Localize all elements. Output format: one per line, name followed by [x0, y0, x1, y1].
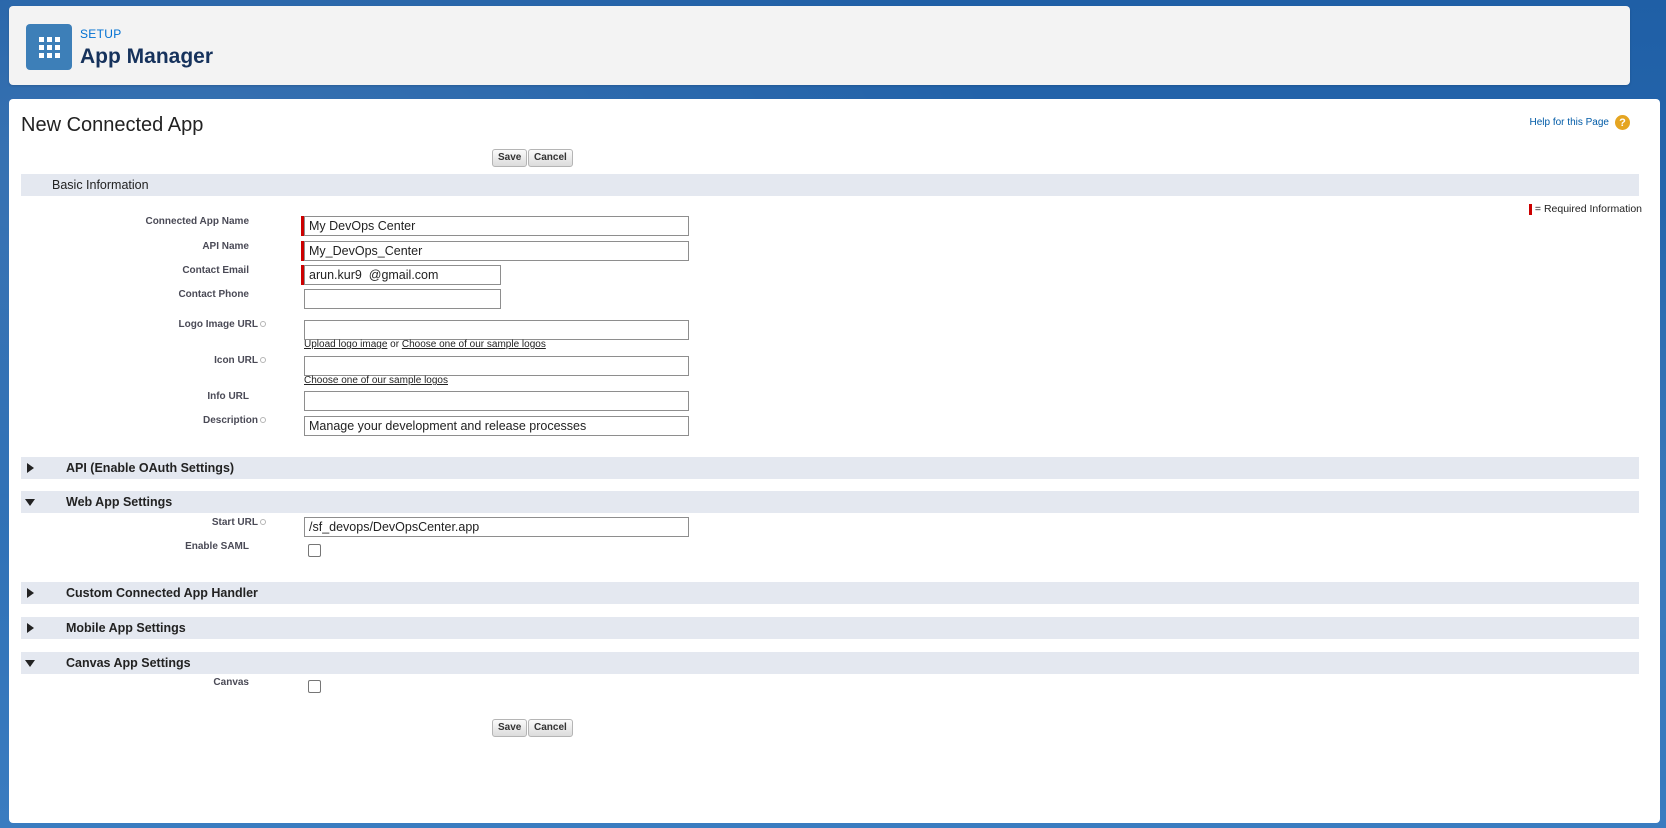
label-connected-app-name: Connected App Name: [145, 216, 249, 227]
info-icon[interactable]: [260, 321, 266, 328]
expand-arrow-icon[interactable]: [27, 623, 34, 633]
info-icon[interactable]: [260, 357, 266, 364]
label-contact-phone: Contact Phone: [178, 289, 249, 300]
setup-header: SETUP App Manager: [9, 6, 1630, 85]
main-panel: New Connected App Help for this Page ? S…: [9, 99, 1660, 823]
save-button-top[interactable]: Save: [492, 149, 528, 167]
cancel-button-bottom[interactable]: Cancel: [528, 719, 573, 737]
section-canvas-app-settings[interactable]: Canvas App Settings: [21, 652, 1639, 674]
icon-links: Choose one of our sample logos: [304, 375, 448, 386]
or-text: or: [387, 339, 402, 350]
section-web-app-settings[interactable]: Web App Settings: [21, 491, 1639, 513]
section-mobile-app-settings[interactable]: Mobile App Settings: [21, 617, 1639, 639]
save-button-bottom[interactable]: Save: [492, 719, 528, 737]
section-label: Mobile App Settings: [66, 621, 186, 635]
collapse-arrow-icon[interactable]: [25, 499, 35, 506]
label-info-url: Info URL: [207, 391, 249, 402]
help-for-page-link[interactable]: Help for this Page: [1530, 117, 1610, 128]
section-label: Canvas App Settings: [66, 656, 191, 670]
collapse-arrow-icon[interactable]: [25, 660, 35, 667]
info-icon[interactable]: [260, 417, 266, 424]
label-start-url: Start URL: [9, 517, 266, 528]
choose-sample-icon-link[interactable]: Choose one of our sample logos: [304, 375, 448, 386]
info-icon[interactable]: [260, 519, 266, 526]
required-marker: [1528, 203, 1532, 215]
connected-app-name-input[interactable]: [304, 216, 689, 236]
expand-arrow-icon[interactable]: [27, 463, 34, 473]
label-canvas: Canvas: [213, 677, 249, 688]
label-text: Description: [202, 415, 258, 426]
section-label: API (Enable OAuth Settings): [66, 461, 235, 475]
help-question-icon[interactable]: ?: [1615, 115, 1630, 130]
section-custom-handler[interactable]: Custom Connected App Handler: [21, 582, 1639, 604]
cancel-button-top[interactable]: Cancel: [528, 149, 573, 167]
logo-links: Upload logo image or Choose one of our s…: [304, 339, 546, 350]
label-logo-image-url: Logo Image URL: [9, 319, 266, 330]
upload-logo-link[interactable]: Upload logo image: [304, 339, 387, 350]
section-label: Basic Information: [52, 178, 149, 192]
setup-breadcrumb[interactable]: SETUP: [80, 27, 122, 41]
expand-arrow-icon[interactable]: [27, 588, 34, 598]
label-api-name: API Name: [202, 241, 249, 252]
icon-url-input[interactable]: [304, 356, 689, 376]
label-description: Description: [9, 415, 266, 426]
contact-email-input[interactable]: [304, 265, 501, 285]
label-enable-saml: Enable SAML: [185, 541, 249, 552]
contact-phone-input[interactable]: [304, 289, 501, 309]
label-icon-url: Icon URL: [9, 355, 266, 366]
label-text: Logo Image URL: [178, 319, 258, 330]
description-input[interactable]: [304, 416, 689, 436]
api-name-input[interactable]: [304, 241, 689, 261]
canvas-checkbox[interactable]: [308, 680, 321, 693]
section-api-oauth[interactable]: API (Enable OAuth Settings): [21, 457, 1639, 479]
enable-saml-checkbox[interactable]: [308, 544, 321, 557]
required-information-legend: = Required Information: [1528, 203, 1642, 215]
required-info-text: = Required Information: [1534, 203, 1642, 215]
help-link-container: Help for this Page ?: [1530, 115, 1630, 130]
label-text: Start URL: [211, 517, 258, 528]
section-label: Custom Connected App Handler: [66, 586, 258, 600]
header-title: App Manager: [80, 45, 214, 68]
label-text: Icon URL: [214, 355, 258, 366]
section-label: Web App Settings: [66, 495, 173, 509]
info-url-input[interactable]: [304, 391, 689, 411]
logo-image-url-input[interactable]: [304, 320, 689, 340]
section-basic-information: Basic Information: [21, 174, 1639, 196]
choose-sample-logo-link[interactable]: Choose one of our sample logos: [402, 339, 546, 350]
start-url-input[interactable]: [304, 517, 689, 537]
label-contact-email: Contact Email: [182, 265, 249, 276]
page-title: New Connected App: [21, 114, 204, 136]
app-launcher-grid-icon[interactable]: [26, 24, 72, 70]
